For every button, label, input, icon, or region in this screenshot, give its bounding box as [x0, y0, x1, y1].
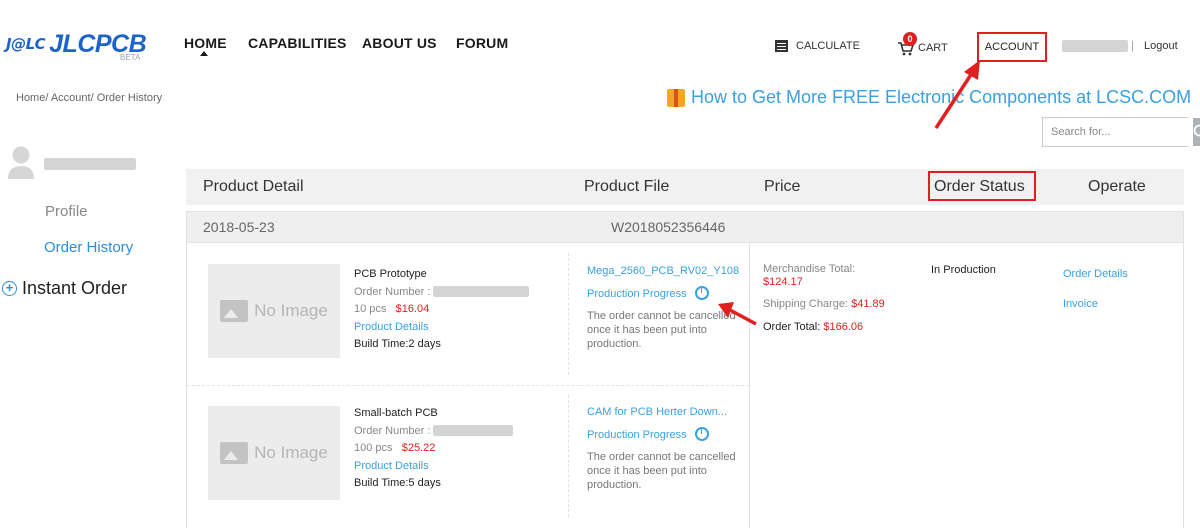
sidebar-username-redacted: [44, 158, 136, 170]
search-button[interactable]: [1193, 118, 1200, 146]
item-2-name: Small-batch PCB: [354, 407, 438, 419]
order-number-redacted: [433, 285, 530, 297]
shipping-row: Shipping Charge: $41.89: [763, 298, 923, 311]
item-2-cancel-note: The order cannot be cancelled once it ha…: [587, 451, 736, 491]
shipping-label: Shipping Charge:: [763, 298, 849, 310]
progress-icon[interactable]: [694, 285, 709, 300]
image-icon: [220, 442, 249, 464]
item-2-order-number: Order Number :: [354, 423, 554, 441]
item-1-product-details-link[interactable]: Product Details: [354, 319, 554, 337]
nav-forum[interactable]: FORUM: [456, 35, 508, 51]
order-total-row: Order Total: $166.06: [763, 321, 923, 334]
item-2-build-time: Build Time:5 days: [354, 477, 441, 489]
nav-about-us[interactable]: ABOUT US: [362, 35, 437, 51]
item-2-qty-price: 100 pcs $25.22: [354, 440, 554, 458]
username-redacted: [1062, 40, 1128, 52]
calculator-icon: [775, 40, 788, 52]
search-box: [1042, 117, 1200, 147]
progress-icon[interactable]: [694, 426, 709, 441]
order-number-redacted: [433, 424, 514, 436]
order-date: 2018-05-23: [203, 219, 275, 235]
invoice-link[interactable]: Invoice: [1063, 296, 1098, 314]
order-number: W2018052356446: [611, 219, 726, 235]
account-label: ACCOUNT: [984, 41, 1040, 53]
avatar-icon: [8, 146, 34, 179]
instant-order-label: Instant Order: [22, 278, 128, 298]
item-1-qty: 10 pcs: [354, 303, 387, 315]
logo-beta: BETA: [120, 53, 141, 62]
item-2-progress-row[interactable]: Production Progress: [587, 426, 747, 445]
order-total-label: Order Total:: [763, 321, 821, 333]
item-1-price: $16.04: [395, 303, 430, 315]
annotation-arrow-account: [934, 60, 980, 129]
item-1-file-link[interactable]: Mega_2560_PCB_RV02_Y108: [587, 263, 747, 281]
plus-circle-icon: +: [2, 281, 17, 296]
item-1-detail: PCB Prototype Order Number : 10 pcs $16.…: [354, 266, 554, 354]
search-input[interactable]: [1043, 118, 1193, 146]
item-2-qty: 100 pcs: [354, 442, 393, 454]
order-total-value: $166.06: [823, 321, 864, 333]
search-icon: [1193, 124, 1200, 137]
col-product-file: Product File: [584, 178, 670, 195]
col-product-detail: Product Detail: [203, 178, 304, 195]
item-2-price: $25.22: [401, 442, 436, 454]
item-1-progress-link[interactable]: Production Progress: [587, 288, 687, 300]
item-2-detail: Small-batch PCB Order Number : 100 pcs $…: [354, 405, 554, 493]
logo-badge: J@LC: [6, 35, 46, 53]
order-number-label: Order Number :: [354, 424, 431, 437]
calculate-link[interactable]: CALCULATE: [775, 40, 860, 52]
sidebar-item-profile[interactable]: Profile: [45, 203, 88, 220]
cart-count-badge: 0: [903, 32, 917, 46]
logout-link[interactable]: Logout: [1144, 40, 1178, 52]
item-separator: [187, 385, 749, 386]
nav-home[interactable]: HOME: [184, 35, 227, 51]
calculate-label: CALCULATE: [796, 40, 860, 52]
price-cell: Merchandise Total: $124.17 Shipping Char…: [763, 263, 923, 334]
cart-label: CART: [918, 42, 948, 54]
sidebar-item-instant-order[interactable]: + Instant Order: [2, 278, 127, 299]
item-1-name: PCB Prototype: [354, 268, 427, 280]
shipping-value: $41.89: [851, 298, 885, 310]
nav-capabilities[interactable]: CAPABILITIES: [248, 35, 347, 51]
cart-link[interactable]: 0 CART: [898, 32, 948, 56]
col-order-status: Order Status: [934, 178, 1025, 195]
order-status-value: In Production: [931, 264, 996, 276]
divider-price: [749, 243, 750, 528]
cart-icon: 0: [898, 32, 917, 56]
item-1-cancel-note: The order cannot be cancelled once it ha…: [587, 310, 736, 350]
item-1-order-number: Order Number :: [354, 284, 554, 302]
no-image-label: No Image: [254, 301, 328, 320]
item-1-qty-price: 10 pcs $16.04: [354, 301, 554, 319]
merchandise-total-label: Merchandise Total:: [763, 263, 856, 275]
col-price: Price: [764, 178, 801, 195]
annotation-arrow-progress: [718, 302, 757, 326]
divider-file-1: [568, 253, 569, 375]
item-2-file-link[interactable]: CAM for PCB Herter Down...: [587, 404, 747, 422]
no-image-label: No Image: [254, 443, 328, 462]
product-image-placeholder: No Image: [208, 264, 340, 358]
order-details-link[interactable]: Order Details: [1063, 266, 1128, 284]
col-operate: Operate: [1088, 178, 1146, 195]
order-number-label: Order Number :: [354, 285, 431, 298]
nav-active-caret: [200, 51, 208, 56]
item-2-product-details-link[interactable]: Product Details: [354, 458, 554, 476]
sidebar-item-order-history[interactable]: Order History: [44, 239, 133, 256]
product-image-placeholder: No Image: [208, 406, 340, 500]
image-icon: [220, 300, 249, 322]
item-2-progress-link[interactable]: Production Progress: [587, 429, 687, 441]
item-2-file: CAM for PCB Herter Down... Production Pr…: [587, 404, 747, 492]
breadcrumb[interactable]: Home/ Account/ Order History: [16, 92, 162, 104]
merchandise-total-value: $124.17: [763, 276, 803, 288]
divider-file-2: [568, 395, 569, 517]
gift-icon: [667, 88, 685, 107]
header-separator: |: [1131, 40, 1134, 52]
item-1-build-time: Build Time:2 days: [354, 338, 441, 350]
account-button[interactable]: ACCOUNT: [977, 32, 1047, 62]
